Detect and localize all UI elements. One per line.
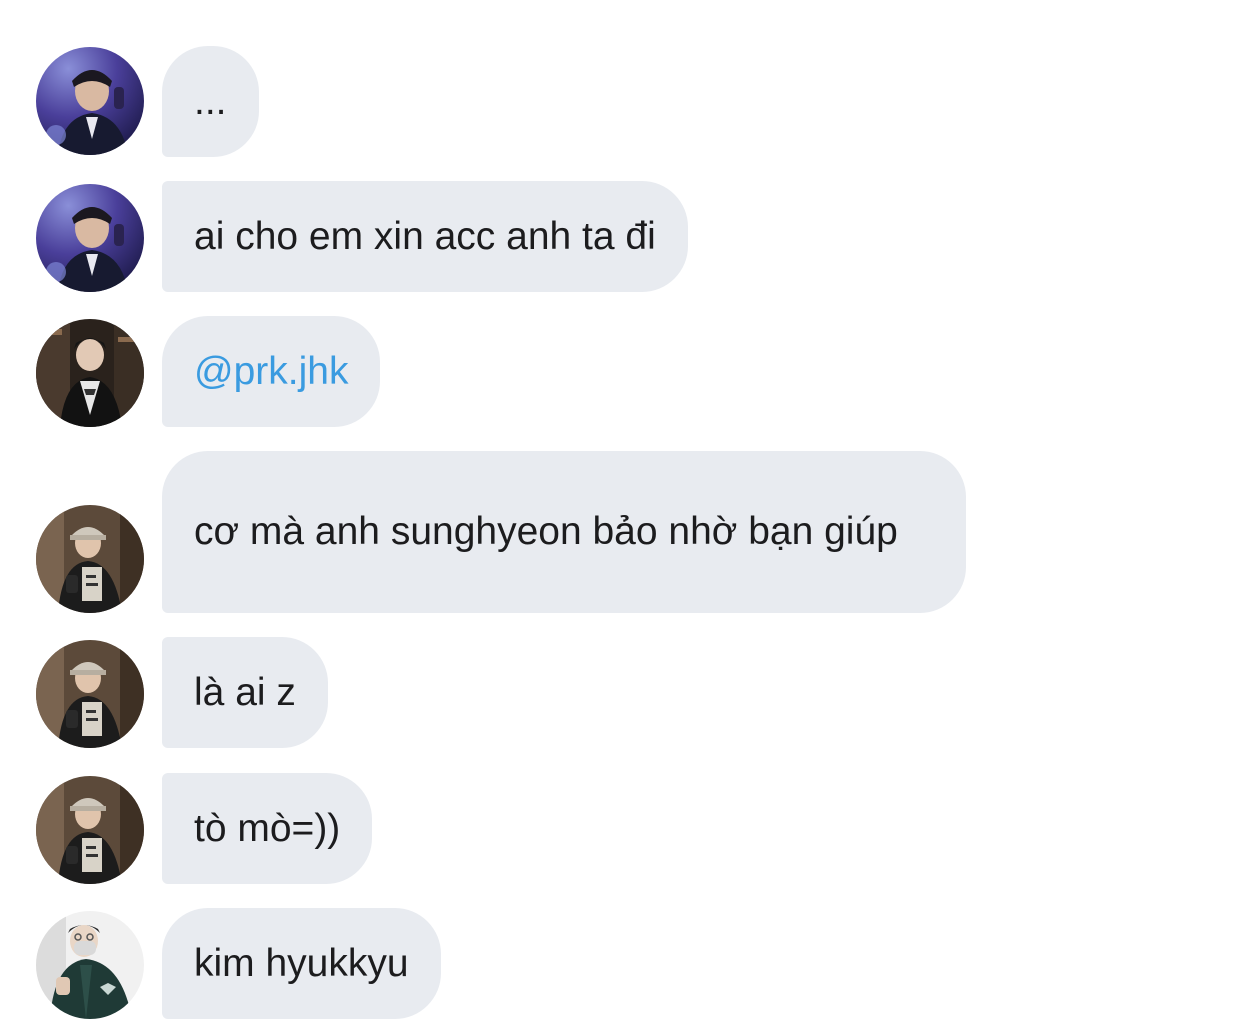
- message-thread: ... ai cho em xin acc anh ta đi @prk.jhk…: [0, 0, 1242, 1032]
- message-row: cơ mà anh sunghyeon bảo nhờ bạn giúp: [0, 451, 1242, 613]
- message-text: là ai z: [194, 670, 296, 714]
- user-avatar[interactable]: [36, 184, 144, 292]
- message-text: ...: [194, 79, 227, 123]
- message-bubble[interactable]: là ai z: [162, 637, 328, 748]
- message-text: tò mò=)): [194, 806, 341, 850]
- message-row: là ai z: [0, 637, 1242, 748]
- user-avatar[interactable]: [36, 505, 144, 613]
- mention-link[interactable]: @prk.jhk: [194, 347, 348, 397]
- user-avatar[interactable]: [36, 776, 144, 884]
- message-bubble[interactable]: tò mò=)): [162, 773, 373, 884]
- message-row: kim hyukkyu: [0, 908, 1242, 1019]
- message-row: @prk.jhk: [0, 316, 1242, 427]
- message-row: ai cho em xin acc anh ta đi: [0, 181, 1242, 292]
- message-bubble[interactable]: cơ mà anh sunghyeon bảo nhờ bạn giúp: [162, 451, 966, 613]
- message-row: tò mò=)): [0, 773, 1242, 884]
- user-avatar[interactable]: [36, 640, 144, 748]
- message-row: ...: [0, 46, 1242, 157]
- message-bubble[interactable]: kim hyukkyu: [162, 908, 441, 1019]
- user-avatar[interactable]: [36, 47, 144, 155]
- message-bubble[interactable]: ai cho em xin acc anh ta đi: [162, 181, 688, 292]
- message-text: kim hyukkyu: [194, 941, 409, 985]
- message-text: cơ mà anh sunghyeon bảo nhờ bạn giúp: [194, 510, 898, 553]
- message-bubble[interactable]: @prk.jhk: [162, 316, 381, 427]
- message-text: ai cho em xin acc anh ta đi: [194, 214, 656, 258]
- user-avatar[interactable]: [36, 319, 144, 427]
- message-bubble[interactable]: ...: [162, 46, 259, 157]
- user-avatar[interactable]: [36, 911, 144, 1019]
